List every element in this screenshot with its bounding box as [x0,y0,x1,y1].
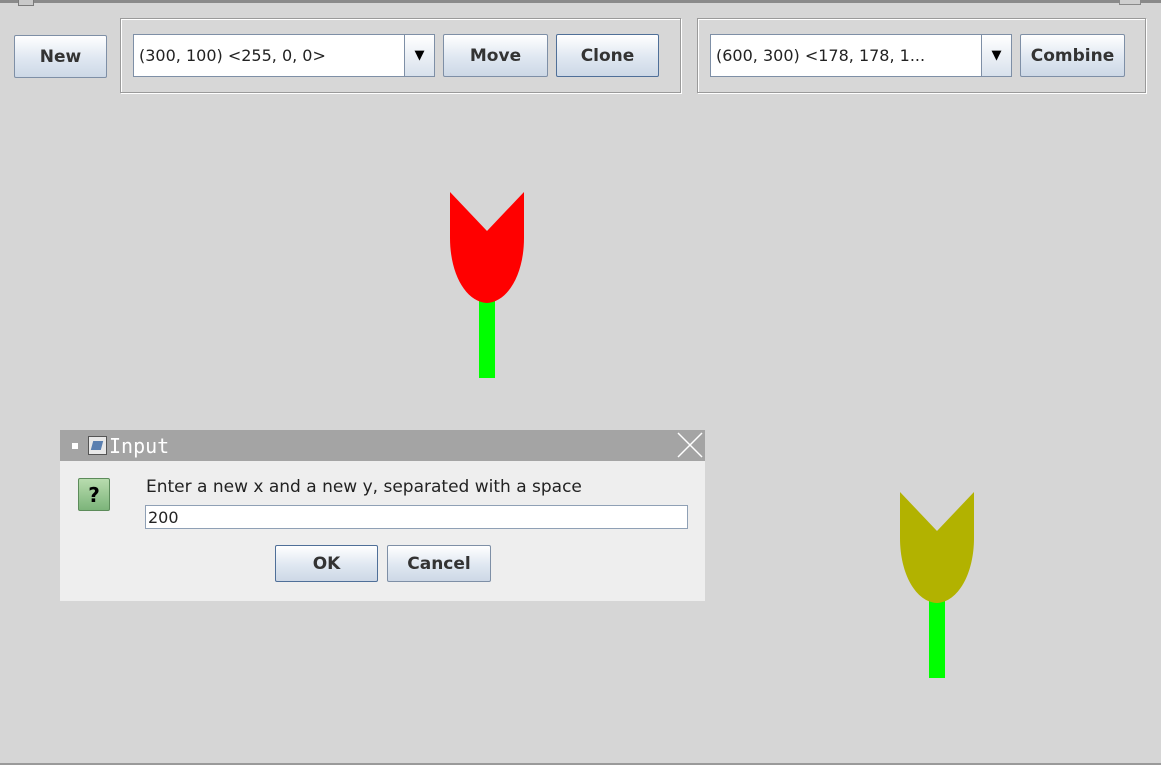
combine-selector-value: (600, 300) <178, 178, 1... [716,46,926,65]
question-icon: ? [78,478,110,511]
triangle-down-icon[interactable]: ▼ [981,35,1011,76]
combine-selector[interactable]: (600, 300) <178, 178, 1... ▼ [710,34,1012,77]
clone-button[interactable]: Clone [556,34,659,77]
olive-tulip [900,492,974,678]
shape-selector[interactable]: (300, 100) <255, 0, 0> ▼ [133,34,435,77]
new-button[interactable]: New [14,35,107,78]
input-dialog: Input ? Enter a new x and a new y, separ… [60,430,705,601]
red-tulip [450,192,524,378]
java-app-icon [88,436,107,455]
cancel-button[interactable]: Cancel [387,545,491,582]
window-top-edge [0,0,1161,3]
window-menu-icon[interactable] [72,442,78,449]
tulip-stem [929,600,945,678]
window-control-fragment [1119,0,1141,5]
shape-selector-value: (300, 100) <255, 0, 0> [139,46,326,65]
tulip-petals [450,192,524,303]
dialog-prompt: Enter a new x and a new y, separated wit… [146,477,582,497]
window-icon-fragment [18,0,34,6]
coordinates-input[interactable] [145,505,688,529]
combine-control-panel: (600, 300) <178, 178, 1... ▼ Combine [697,18,1146,93]
move-button[interactable]: Move [443,34,548,77]
tulip-stem [479,300,495,378]
combine-button[interactable]: Combine [1020,34,1125,77]
shape-control-panel: (300, 100) <255, 0, 0> ▼ Move Clone [120,18,681,93]
dialog-title: Input [109,433,170,458]
dialog-title-bar[interactable]: Input [60,430,705,461]
triangle-down-icon[interactable]: ▼ [404,35,434,76]
close-icon[interactable] [677,432,703,458]
ok-button[interactable]: OK [275,545,378,582]
tulip-petals [900,492,974,603]
